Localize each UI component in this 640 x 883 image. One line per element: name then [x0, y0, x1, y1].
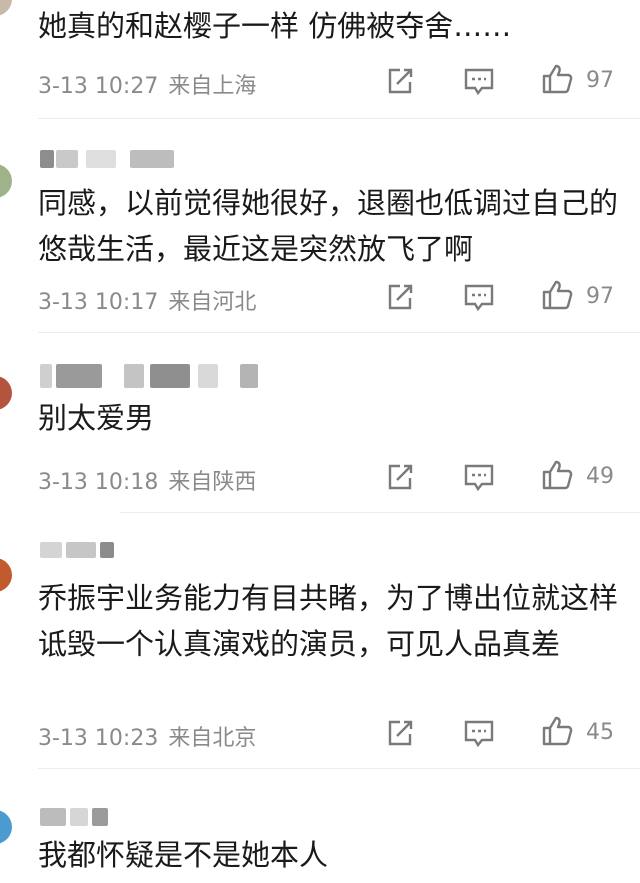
comment-location: 来自陕西	[168, 470, 257, 495]
comment-button[interactable]	[462, 280, 496, 314]
username-redacted	[40, 808, 110, 826]
thumbs-up-icon	[542, 716, 573, 746]
comment-button[interactable]	[462, 64, 496, 98]
share-button[interactable]	[383, 716, 417, 750]
comment-meta: 3-13 10:17 来自河北	[38, 284, 256, 316]
comment-meta: 3-13 10:27 来自上海	[38, 68, 256, 100]
comment-icon	[464, 464, 494, 492]
comment-item: 我都怀疑是不是她本人	[0, 768, 640, 883]
avatar[interactable]	[0, 164, 12, 198]
share-button[interactable]	[383, 460, 417, 494]
comment-time: 3-13 10:23	[38, 726, 159, 751]
comment-item: 乔振宇业务能力有目共睹，为了博出位就这样诋毁一个认真演戏的演员，可见人品真差 3…	[0, 512, 640, 768]
username-redacted	[40, 542, 120, 558]
like-count: 97	[586, 68, 614, 93]
comment-text: 我都怀疑是不是她本人	[38, 838, 329, 872]
like-count: 49	[586, 464, 614, 489]
comment-text: 她真的和赵樱子一样 仿佛被夺舍……	[38, 9, 512, 43]
share-button[interactable]	[383, 280, 417, 314]
comment-meta: 3-13 10:18 来自陕西	[38, 464, 256, 496]
comment-meta: 3-13 10:23 来自北京	[38, 720, 256, 752]
thumbs-up-icon	[542, 64, 573, 94]
avatar[interactable]	[0, 558, 12, 592]
like-count: 45	[586, 720, 614, 745]
comment-time: 3-13 10:18	[38, 470, 159, 495]
comment-item: 她真的和赵樱子一样 仿佛被夺舍…… 3-13 10:27 来自上海 97	[0, 0, 640, 118]
share-icon	[388, 464, 413, 490]
thumbs-up-icon	[542, 280, 573, 310]
comment-item: 同感，以前觉得她很好，退圈也低调过自己的悠哉生活，最近这是突然放飞了啊 3-13…	[0, 118, 640, 332]
comment-icon	[464, 720, 494, 748]
like-button[interactable]	[540, 278, 574, 312]
share-icon	[388, 720, 413, 746]
like-button[interactable]	[540, 62, 574, 96]
username-redacted	[40, 364, 260, 388]
comment-icon	[464, 68, 494, 96]
share-icon	[388, 68, 413, 94]
thumbs-up-icon	[542, 460, 573, 490]
comment-button[interactable]	[462, 460, 496, 494]
comment-time: 3-13 10:17	[38, 290, 159, 315]
avatar[interactable]	[0, 810, 12, 844]
comment-text: 同感，以前觉得她很好，退圈也低调过自己的悠哉生活，最近这是突然放飞了啊	[38, 186, 619, 266]
comment-item: 别太爱男 3-13 10:18 来自陕西 49	[0, 332, 640, 512]
like-count: 97	[586, 284, 614, 309]
comment-icon	[464, 284, 494, 312]
comment-text: 别太爱男	[38, 401, 155, 435]
comment-time: 3-13 10:27	[38, 74, 159, 99]
username-redacted	[40, 150, 180, 168]
avatar[interactable]	[0, 376, 12, 410]
comment-location: 来自河北	[168, 290, 257, 315]
comment-location: 来自北京	[168, 726, 257, 751]
like-button[interactable]	[540, 714, 574, 748]
share-icon	[388, 284, 413, 310]
like-button[interactable]	[540, 458, 574, 492]
comment-text: 乔振宇业务能力有目共睹，为了博出位就这样诋毁一个认真演戏的演员，可见人品真差	[38, 581, 619, 661]
avatar[interactable]	[0, 0, 12, 16]
comment-button[interactable]	[462, 716, 496, 750]
share-button[interactable]	[383, 64, 417, 98]
comment-location: 来自上海	[168, 74, 257, 99]
